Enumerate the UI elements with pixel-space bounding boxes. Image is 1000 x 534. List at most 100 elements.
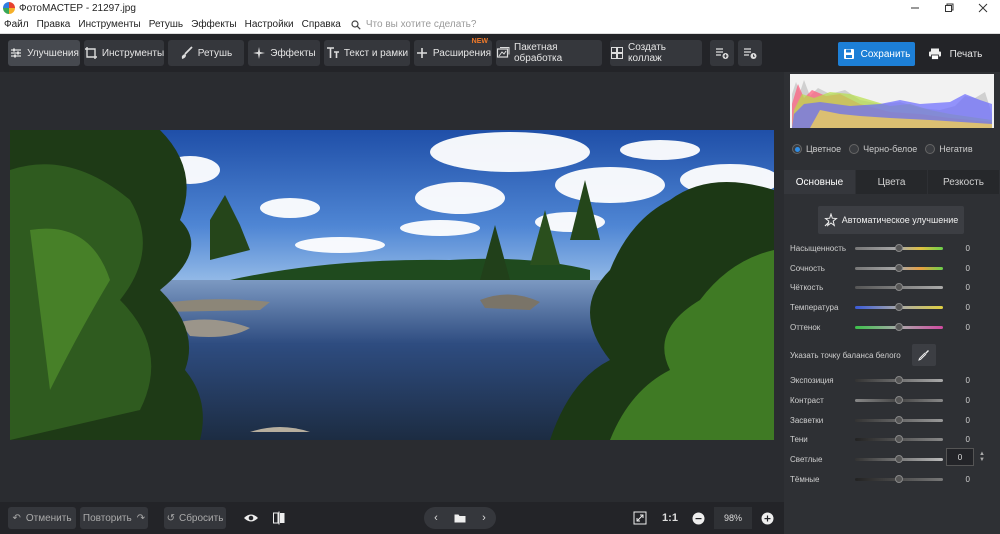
slider-knob[interactable] xyxy=(895,454,903,463)
batch-processing-button[interactable]: Пакетная обработка xyxy=(496,40,602,66)
slider-knob[interactable] xyxy=(895,415,903,424)
slider-exposure[interactable]: Экспозиция 0 xyxy=(790,373,994,387)
close-icon[interactable] xyxy=(966,0,1000,16)
slider-value: 0 xyxy=(965,434,970,444)
mode-bw-radio[interactable]: Черно-белое xyxy=(849,144,917,154)
slider-label: Контраст xyxy=(790,395,824,405)
auto-enhance-button[interactable]: Автоматическое улучшение xyxy=(818,206,964,234)
slider-value: 0 xyxy=(965,263,970,273)
panel-tabs: Основные Цвета Резкость xyxy=(784,170,1000,194)
menu-effects[interactable]: Эффекты xyxy=(187,19,240,30)
reset-icon: ↺ xyxy=(166,512,175,524)
menu-edit[interactable]: Правка xyxy=(33,19,75,30)
menu-bar: Файл Правка Инструменты Ретушь Эффекты Н… xyxy=(0,16,1000,34)
slider-value: 0 xyxy=(965,415,970,425)
slider-knob[interactable] xyxy=(895,302,903,311)
actual-size-button[interactable]: 1:1 xyxy=(658,507,682,529)
slider-track[interactable] xyxy=(855,243,943,252)
slider-clarity[interactable]: Чёткость 0 xyxy=(790,280,994,294)
tab-effects[interactable]: Эффекты xyxy=(248,40,320,66)
spin-down-icon[interactable]: ▼ xyxy=(979,457,985,463)
photo-preview[interactable] xyxy=(10,130,774,440)
slider-shadows[interactable]: Тени 0 xyxy=(790,432,994,446)
slider-knob[interactable] xyxy=(895,395,903,404)
zoom-value[interactable]: 98% xyxy=(714,507,752,529)
menu-help[interactable]: Справка xyxy=(298,19,345,30)
save-button[interactable]: Сохранить xyxy=(838,42,915,66)
preview-eye-icon[interactable] xyxy=(240,507,262,529)
slider-track[interactable] xyxy=(855,322,943,331)
slider-highlights[interactable]: Засветки 0 xyxy=(790,413,994,427)
tab-sharpness[interactable]: Резкость xyxy=(928,170,1000,194)
slider-track[interactable] xyxy=(855,395,943,404)
tab-text-frames[interactable]: Текст и рамки xyxy=(324,40,410,66)
tab-label: Текст и рамки xyxy=(343,47,409,59)
slider-vibrance[interactable]: Сочность 0 xyxy=(790,261,994,275)
slider-value: 0 xyxy=(965,474,970,484)
whites-value-input[interactable]: 0 xyxy=(946,448,974,466)
mode-negative-radio[interactable]: Негатив xyxy=(925,144,973,154)
images-icon xyxy=(496,46,510,60)
spin-arrows[interactable]: ▲ ▼ xyxy=(976,448,988,466)
menu-search[interactable]: Что вы хотите сделать? xyxy=(351,19,476,30)
tab-enhancements[interactable]: Улучшения xyxy=(8,40,80,66)
history-button[interactable] xyxy=(738,40,762,66)
mode-color-radio[interactable]: Цветное xyxy=(792,144,841,154)
slider-track[interactable] xyxy=(855,302,943,311)
slider-track[interactable] xyxy=(855,415,943,424)
slider-track[interactable] xyxy=(855,434,943,443)
eyedropper-button[interactable] xyxy=(912,344,936,366)
slider-track[interactable] xyxy=(855,375,943,384)
slider-knob[interactable] xyxy=(895,243,903,252)
menu-tools[interactable]: Инструменты xyxy=(74,19,144,30)
slider-knob[interactable] xyxy=(895,282,903,291)
slider-track[interactable] xyxy=(855,263,943,272)
slider-knob[interactable] xyxy=(895,434,903,443)
tab-extensions[interactable]: NEW Расширения xyxy=(414,38,492,66)
slider-track[interactable] xyxy=(855,282,943,291)
zoom-in-icon[interactable] xyxy=(756,507,778,529)
slider-knob[interactable] xyxy=(895,263,903,272)
slider-knob[interactable] xyxy=(895,474,903,483)
slider-label: Тёмные xyxy=(790,474,820,484)
slider-track[interactable] xyxy=(855,454,943,463)
menu-settings[interactable]: Настройки xyxy=(241,19,298,30)
slider-value: 0 xyxy=(965,375,970,385)
maximize-icon[interactable] xyxy=(932,0,966,16)
tab-colors[interactable]: Цвета xyxy=(856,170,928,194)
slider-temperature[interactable]: Температура 0 xyxy=(790,300,994,314)
mode-label: Цветное xyxy=(806,144,842,154)
compare-icon[interactable] xyxy=(268,507,290,529)
histogram xyxy=(790,74,994,128)
tab-label: Расширения xyxy=(432,47,492,59)
slider-blacks[interactable]: Тёмные 0 xyxy=(790,472,994,486)
undo-button[interactable]: ↶ Отменить xyxy=(8,507,76,529)
history-icon xyxy=(743,46,757,60)
slider-knob[interactable] xyxy=(895,375,903,384)
folder-icon[interactable] xyxy=(448,507,472,529)
add-layer-button[interactable] xyxy=(710,40,734,66)
menu-file[interactable]: Файл xyxy=(0,19,33,30)
sliders-icon xyxy=(9,46,23,60)
slider-track[interactable] xyxy=(855,474,943,483)
print-button[interactable]: Печать xyxy=(920,42,990,66)
slider-knob[interactable] xyxy=(895,322,903,331)
menu-retouch[interactable]: Ретушь xyxy=(145,19,187,30)
minimize-icon[interactable] xyxy=(898,0,932,16)
create-collage-button[interactable]: Создать коллаж xyxy=(610,40,702,66)
tab-label: Эффекты xyxy=(270,47,316,59)
next-photo-icon[interactable]: › xyxy=(472,507,496,529)
slider-label: Насыщенность xyxy=(790,243,847,253)
zoom-out-icon[interactable] xyxy=(687,507,709,529)
tab-basic[interactable]: Основные xyxy=(784,170,856,194)
reset-button[interactable]: ↺ Сбросить xyxy=(164,507,226,529)
fit-screen-icon[interactable] xyxy=(629,507,651,529)
slider-saturation[interactable]: Насыщенность 0 xyxy=(790,241,994,255)
redo-button[interactable]: Повторить ↷ xyxy=(80,507,148,529)
tab-tools[interactable]: Инструменты xyxy=(84,40,164,66)
tab-retouch[interactable]: Ретушь xyxy=(168,40,244,66)
slider-tint[interactable]: Оттенок 0 xyxy=(790,320,994,334)
slider-contrast[interactable]: Контраст 0 xyxy=(790,393,994,407)
prev-photo-icon[interactable]: ‹ xyxy=(424,507,448,529)
plus-icon xyxy=(415,46,429,60)
